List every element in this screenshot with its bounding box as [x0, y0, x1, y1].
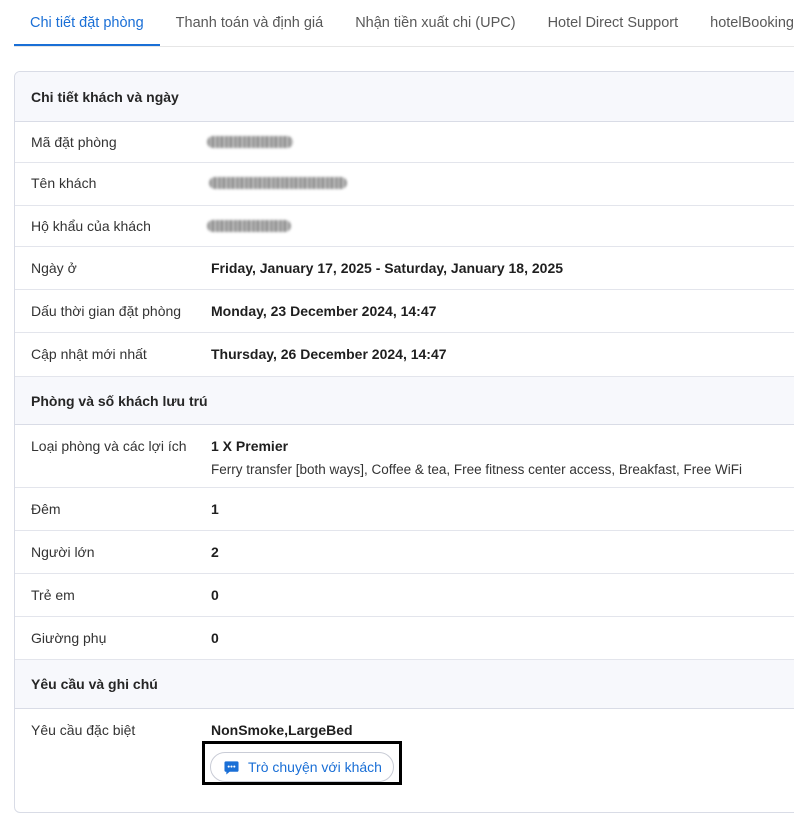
row-stay-dates: Ngày ở Friday, January 17, 2025 - Saturd…: [15, 247, 794, 290]
redacted-booking-code: [207, 136, 293, 148]
tab-hotel-direct-support[interactable]: Hotel Direct Support: [532, 0, 695, 46]
row-nights: Đêm 1: [15, 488, 794, 531]
chat-button-label: Trò chuyện với khách: [248, 759, 382, 775]
tab-bar: Chi tiết đặt phòng Thanh toán và định gi…: [14, 0, 794, 47]
section-title: Yêu cầu và ghi chú: [31, 676, 158, 692]
room-type-value: 1 X Premier: [211, 438, 289, 454]
chat-with-guest-button[interactable]: Trò chuyện với khách: [210, 752, 394, 782]
section-rooms-header: Phòng và số khách lưu trú: [15, 377, 794, 425]
row-adults: Người lớn 2: [15, 531, 794, 574]
row-special-requests: Yêu cầu đặc biệt NonSmoke,LargeBed: [15, 709, 794, 812]
nights-label: Đêm: [31, 501, 61, 517]
tab-payment-pricing[interactable]: Thanh toán và định giá: [160, 0, 340, 46]
updated-label: Cập nhật mới nhất: [31, 346, 147, 362]
booked-at-value: Monday, 23 December 2024, 14:47: [211, 303, 437, 319]
section-title: Chi tiết khách và ngày: [31, 88, 179, 105]
booking-details-card: Chi tiết khách và ngày Mã đặt phòng Tên …: [14, 71, 794, 813]
residence-label: Hộ khẩu của khách: [31, 218, 151, 234]
row-booked-at: Dấu thời gian đặt phòng Monday, 23 Decem…: [15, 290, 794, 333]
section-title: Phòng và số khách lưu trú: [31, 392, 208, 409]
tab-booking-details[interactable]: Chi tiết đặt phòng: [14, 0, 160, 46]
room-benefits: Ferry transfer [both ways], Coffee & tea…: [211, 462, 742, 477]
tab-hotel-booking[interactable]: hotelBookingp: [694, 0, 794, 46]
row-booking-code: Mã đặt phòng: [15, 122, 794, 163]
section-requests-header: Yêu cầu và ghi chú: [15, 660, 794, 709]
updated-value: Thursday, 26 December 2024, 14:47: [211, 346, 447, 362]
booking-code-label: Mã đặt phòng: [31, 134, 117, 150]
extra-beds-value: 0: [211, 630, 219, 646]
row-extra-beds: Giường phụ 0: [15, 617, 794, 660]
special-request-value: NonSmoke,LargeBed: [211, 722, 353, 738]
nights-value: 1: [211, 501, 219, 517]
special-request-label: Yêu cầu đặc biệt: [31, 722, 136, 738]
booked-at-label: Dấu thời gian đặt phòng: [31, 303, 182, 319]
adults-value: 2: [211, 544, 219, 560]
extra-beds-label: Giường phụ: [31, 630, 107, 646]
tab-upc[interactable]: Nhận tiền xuất chi (UPC): [339, 0, 531, 46]
row-guest-name: Tên khách: [15, 163, 794, 206]
row-residence: Hộ khẩu của khách: [15, 206, 794, 247]
stay-value: Friday, January 17, 2025 - Saturday, Jan…: [211, 260, 564, 276]
stay-label: Ngày ở: [31, 260, 77, 276]
chat-bubble-icon: [224, 760, 239, 775]
adults-label: Người lớn: [31, 544, 95, 560]
room-type-label: Loại phòng và các lợi ích: [31, 438, 187, 454]
redacted-residence: [207, 220, 291, 232]
guest-name-label: Tên khách: [31, 175, 97, 191]
children-value: 0: [211, 587, 219, 603]
row-children: Trẻ em 0: [15, 574, 794, 617]
section-guest-header: Chi tiết khách và ngày: [15, 72, 794, 122]
row-last-updated: Cập nhật mới nhất Thursday, 26 December …: [15, 333, 794, 377]
redacted-guest-name: [209, 177, 347, 189]
row-room-type: Loại phòng và các lợi ích 1 X Premier Fe…: [15, 425, 794, 488]
children-label: Trẻ em: [31, 587, 75, 603]
